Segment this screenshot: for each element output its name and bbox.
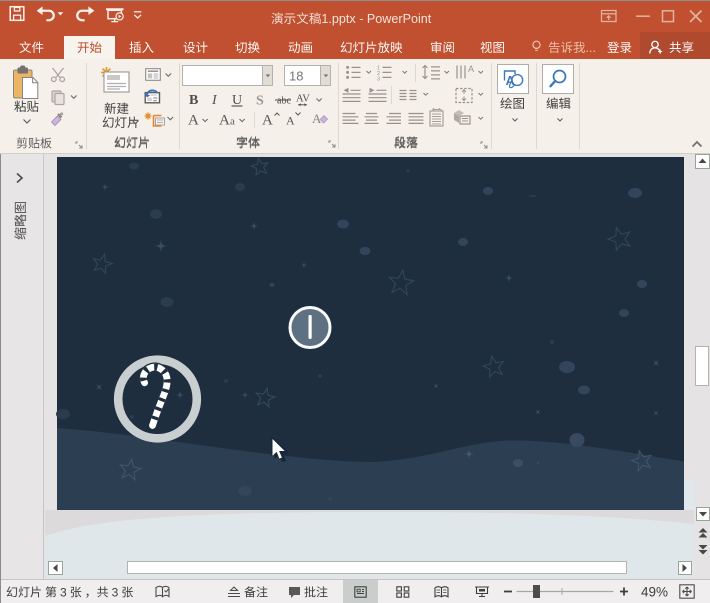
svg-text:A: A	[468, 64, 474, 74]
svg-text:A: A	[219, 113, 230, 129]
svg-text:abc: abc	[277, 96, 291, 107]
svg-text:A: A	[262, 113, 273, 129]
svg-text:A: A	[188, 113, 199, 129]
svg-text:18: 18	[289, 68, 303, 83]
svg-text:a: a	[230, 116, 235, 128]
svg-text:1.pptx - PowerPoint: 1.pptx - PowerPoint	[321, 13, 431, 27]
svg-text:S: S	[256, 94, 264, 109]
svg-text:49%: 49%	[641, 585, 668, 600]
svg-text:3: 3	[60, 585, 67, 599]
svg-text:3: 3	[377, 77, 380, 83]
svg-text:A: A	[312, 111, 322, 126]
svg-text:3: 3	[112, 585, 119, 599]
svg-text:AV: AV	[296, 94, 310, 105]
svg-text:...: ...	[586, 41, 596, 55]
svg-text:I: I	[211, 93, 218, 108]
svg-text:B: B	[189, 93, 198, 108]
svg-text:A: A	[286, 114, 295, 128]
